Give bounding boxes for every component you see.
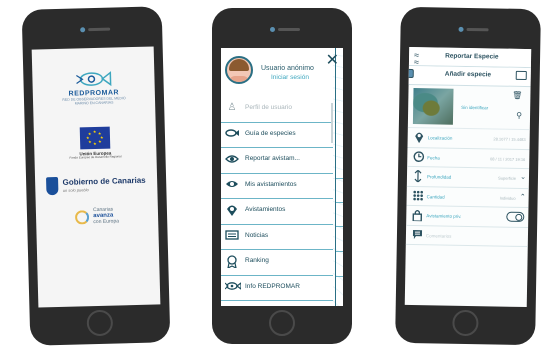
brand-subtitle: RED DE OBSERVADORES DEL MEDIO MARINO EN … — [62, 96, 126, 106]
circle-logo-icon — [75, 209, 90, 225]
speaker-grille — [278, 28, 300, 31]
menu-item-label: Mis avistamientos — [245, 180, 297, 188]
avatar[interactable] — [225, 56, 253, 84]
fish-icon — [225, 128, 239, 140]
camera-dot — [458, 26, 464, 32]
menu-item-mis-avistamientos[interactable]: Mis avistamientos — [221, 174, 333, 199]
privacy-toggle[interactable] — [506, 211, 525, 222]
eye-icon — [225, 179, 239, 191]
menu-item-label: Avistamientos — [245, 206, 286, 213]
menu-item-noticias[interactable]: Noticias — [221, 225, 333, 250]
user-name: Usuario anónimo — [261, 65, 314, 72]
gobierno-slogan: un solo pueblo — [62, 187, 89, 193]
user-header: Usuario anónimo Iniciar sesión — [221, 48, 333, 97]
canarias-avanza-logo: Canarias avanza con Europa — [75, 207, 119, 226]
field-label: Localización — [427, 135, 453, 141]
gobierno-logo: Gobierno de Canarias un solo pueblo — [46, 175, 146, 196]
phone-menu: Usuario anónimo Iniciar sesión ♙ Perfil … — [212, 8, 352, 344]
species-label: Sin identificar — [461, 104, 489, 111]
field-value: Superficie — [498, 175, 517, 181]
field-label: Profundidad — [426, 174, 452, 180]
camera-dot — [80, 27, 86, 33]
phone-splash: REDPROMAR RED DE OBSERVADORES DEL MEDIO … — [21, 6, 171, 346]
menu-item-guia[interactable]: Guía de especies — [221, 123, 333, 148]
field-label: Cantidad — [426, 193, 445, 200]
home-button[interactable] — [452, 309, 479, 337]
grid-dots-icon — [411, 190, 423, 205]
menu-side-panel: ✕ — [326, 48, 343, 306]
menu-item-reportar[interactable]: Reportar avistam... — [221, 148, 333, 174]
menu-scrollbar[interactable] — [331, 103, 333, 143]
eu-fund: Fondo Europeo de Desarrollo Regional — [69, 154, 122, 161]
field-label: Fecha — [427, 154, 440, 161]
camera-icon[interactable] — [404, 68, 414, 79]
field-label: Avistamiento priv. — [426, 213, 462, 219]
field-avistamiento-privado[interactable]: Avistamiento priv. — [406, 205, 529, 228]
depth-icon — [412, 169, 424, 186]
report-screen: ≈ ≈ Reportar Especie Añadir especie Sin i… — [404, 46, 532, 308]
splash-screen: REDPROMAR RED DE OBSERVADORES DEL MEDIO … — [31, 46, 161, 308]
home-button[interactable] — [269, 310, 295, 336]
trash-icon[interactable]: 🗑 — [512, 91, 522, 100]
menu-item-label: Perfil de usuario — [245, 104, 292, 111]
search-icon[interactable]: ⚲ — [516, 111, 522, 120]
eu-flag-icon: ★ ★ ★ ★ ★ ★ ★ ★ — [79, 126, 111, 150]
page-title: Reportar Especie — [445, 52, 499, 61]
chevron-up-icon[interactable]: ⌃ — [520, 192, 526, 200]
gallery-icon[interactable] — [515, 70, 527, 81]
shield-icon — [46, 176, 59, 196]
fish-logo-icon — [224, 281, 242, 293]
newspaper-icon — [225, 229, 239, 242]
medal-icon — [225, 255, 239, 270]
add-species-bar: Añadir especie — [404, 65, 531, 88]
field-cantidad[interactable]: Cantidad Individuo ⌃ — [406, 186, 529, 209]
menu-item-avistamientos[interactable]: Avistamientos — [221, 199, 333, 225]
chevron-down-icon[interactable]: ⌄ — [520, 173, 526, 181]
user-icon: ♙ — [227, 102, 237, 113]
menu-item-perfil[interactable]: ♙ Perfil de usuario — [221, 97, 333, 123]
login-link[interactable]: Iniciar sesión — [271, 74, 309, 81]
menu-item-label: Reportar avistam... — [245, 155, 300, 162]
location-pin-icon — [412, 131, 424, 147]
comment-icon — [411, 229, 423, 244]
menu-item-info[interactable]: Info REDPROMAR — [221, 276, 333, 301]
menu-item-label: Info REDPROMAR — [245, 282, 300, 290]
redpromar-fish-icon — [76, 71, 112, 87]
speaker-grille — [466, 27, 489, 32]
side-menu: Usuario anónimo Iniciar sesión ♙ Perfil … — [221, 48, 333, 306]
menu-item-label: Guía de especies — [245, 129, 296, 137]
phone-report: ≈ ≈ Reportar Especie Añadir especie Sin i… — [395, 6, 541, 346]
field-comentarios[interactable]: Comentarios — [405, 225, 529, 248]
menu-item-label: Noticias — [245, 231, 269, 239]
map-pin-eye-icon — [225, 204, 239, 216]
clock-icon — [412, 150, 424, 166]
speaker-grille — [88, 27, 111, 32]
species-row: Sin identificar 🗑 ⚲ — [407, 84, 531, 131]
field-fecha[interactable]: Fecha 08 / 11 / 2017 19:16 — [407, 147, 530, 170]
field-localizacion[interactable]: Localización 28.1077 / 15.4483 — [407, 127, 530, 150]
lock-icon — [411, 209, 423, 225]
field-value: Individuo — [499, 195, 516, 201]
home-button[interactable] — [86, 309, 114, 337]
menu-item-ranking[interactable]: Ranking — [221, 250, 333, 276]
species-photo[interactable] — [412, 88, 454, 125]
menu-waves-icon[interactable]: ≈ ≈ — [414, 50, 419, 67]
redpromar-logo: REDPROMAR RED DE OBSERVADORES DEL MEDIO … — [58, 69, 129, 106]
field-profundidad[interactable]: Profundidad Superficie ⌄ — [406, 166, 530, 189]
camera-dot — [270, 27, 275, 32]
field-label: Comentarios — [425, 232, 452, 239]
canarias-line3: con Europa — [93, 218, 120, 226]
eu-logo: ★ ★ ★ ★ ★ ★ ★ ★ Unión Europea Fondo Euro… — [69, 126, 122, 161]
close-icon[interactable]: ✕ — [326, 50, 339, 70]
menu-screen: Usuario anónimo Iniciar sesión ♙ Perfil … — [221, 48, 343, 306]
field-value: 08 / 11 / 2017 19:16 — [489, 155, 526, 162]
add-species-label: Añadir especie — [444, 70, 492, 79]
menu-item-label: Ranking — [245, 257, 269, 264]
eye-wave-icon — [225, 153, 239, 165]
top-bar: ≈ ≈ Reportar Especie — [408, 46, 532, 69]
field-value: 28.1077 / 15.4483 — [493, 136, 526, 143]
